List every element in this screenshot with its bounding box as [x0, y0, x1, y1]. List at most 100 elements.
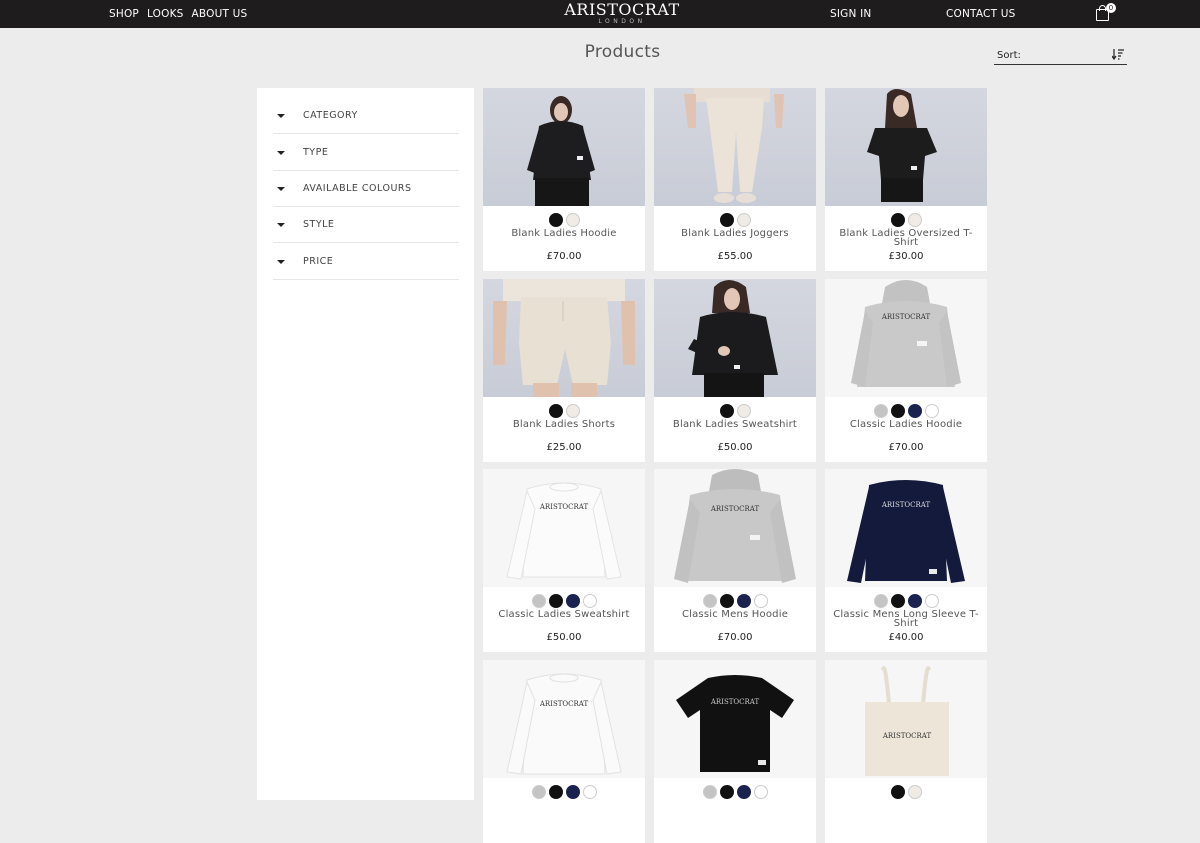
product-card[interactable]: ARISTOCRAT — [483, 660, 645, 843]
product-card[interactable]: ARISTOCRAT — [654, 660, 816, 843]
swatch-navy[interactable] — [907, 404, 922, 418]
swatch-navy[interactable] — [565, 594, 580, 608]
filter-label: TYPE — [303, 147, 329, 158]
swatch-black[interactable] — [890, 404, 905, 418]
nav-shop-link[interactable]: SHOP — [109, 8, 139, 20]
product-card[interactable]: ARISTOCRAT Classic Mens Hoodie £70.00 — [654, 469, 816, 652]
product-price: £40.00 — [888, 632, 924, 643]
swatch-white[interactable] — [924, 404, 939, 418]
swatch-cream[interactable] — [736, 213, 751, 227]
swatch-cream[interactable] — [907, 785, 922, 799]
filter-price[interactable]: PRICE — [273, 244, 459, 280]
product-name[interactable]: Blank Ladies Oversized T-Shirt — [833, 229, 979, 248]
product-image[interactable]: ARISTOCRAT — [825, 279, 987, 397]
swatch-grey[interactable] — [702, 785, 717, 799]
colour-swatches — [654, 213, 816, 227]
product-name[interactable]: Classic Mens Long Sleeve T-Shirt — [833, 610, 979, 629]
swatch-navy[interactable] — [736, 785, 751, 799]
product-image[interactable]: ARISTOCRAT — [825, 660, 987, 778]
swatch-black[interactable] — [719, 213, 734, 227]
swatch-white[interactable] — [582, 594, 597, 608]
product-card[interactable]: ARISTOCRAT Classic Mens Long Sleeve T-Sh… — [825, 469, 987, 652]
product-image[interactable] — [654, 88, 816, 206]
colour-swatches — [483, 785, 645, 799]
product-image[interactable] — [825, 88, 987, 206]
shopping-bag-button[interactable]: 0 — [1094, 3, 1118, 25]
product-name[interactable]: Classic Ladies Hoodie — [833, 420, 979, 430]
swatch-grey[interactable] — [873, 594, 888, 608]
product-image[interactable] — [483, 279, 645, 397]
product-card[interactable]: Blank Ladies Oversized T-Shirt £30.00 — [825, 88, 987, 271]
sort-dropdown[interactable]: Sort: — [994, 46, 1127, 65]
garment-print-text: ARISTOCRAT — [710, 698, 760, 706]
product-card[interactable]: ARISTOCRAT Classic Ladies Sweatshirt £50… — [483, 469, 645, 652]
swatch-navy[interactable] — [907, 594, 922, 608]
swatch-cream[interactable] — [565, 213, 580, 227]
caret-down-icon — [277, 113, 285, 118]
colour-swatches — [825, 213, 987, 227]
product-name[interactable]: Blank Ladies Sweatshirt — [662, 420, 808, 430]
swatch-white[interactable] — [753, 594, 768, 608]
filter-style[interactable]: STYLE — [273, 207, 459, 243]
swatch-grey[interactable] — [531, 785, 546, 799]
swatch-black[interactable] — [890, 785, 905, 799]
filter-category[interactable]: CATEGORY — [273, 98, 459, 134]
garment-print-text: ARISTOCRAT — [539, 503, 589, 511]
swatch-black[interactable] — [548, 213, 563, 227]
swatch-white[interactable] — [582, 785, 597, 799]
sort-label: Sort: — [997, 49, 1021, 61]
product-image[interactable]: ARISTOCRAT — [483, 469, 645, 587]
garment-print-text: ARISTOCRAT — [882, 732, 932, 740]
product-card[interactable]: Blank Ladies Hoodie £70.00 — [483, 88, 645, 271]
swatch-black[interactable] — [548, 404, 563, 418]
swatch-navy[interactable] — [736, 594, 751, 608]
swatch-cream[interactable] — [907, 213, 922, 227]
filter-label: STYLE — [303, 219, 335, 230]
product-name[interactable]: Classic Mens Hoodie — [662, 610, 808, 620]
nav-about-link[interactable]: ABOUT US — [192, 8, 248, 20]
product-name[interactable]: Blank Ladies Hoodie — [491, 229, 637, 239]
swatch-black[interactable] — [890, 594, 905, 608]
swatch-black[interactable] — [719, 594, 734, 608]
contact-us-link[interactable]: CONTACT US — [946, 8, 1015, 20]
swatch-black[interactable] — [548, 785, 563, 799]
top-navigation-bar: SHOP LOOKS ABOUT US ARISTOCRAT LONDON SI… — [0, 0, 1200, 28]
swatch-cream[interactable] — [736, 404, 751, 418]
swatch-grey[interactable] — [702, 594, 717, 608]
product-card[interactable]: ARISTOCRAT — [825, 660, 987, 843]
garment-print-text: ARISTOCRAT — [881, 501, 931, 509]
product-image[interactable]: ARISTOCRAT — [483, 660, 645, 778]
swatch-black[interactable] — [890, 213, 905, 227]
swatch-grey[interactable] — [531, 594, 546, 608]
product-image[interactable]: ARISTOCRAT — [654, 469, 816, 587]
swatch-black[interactable] — [548, 594, 563, 608]
swatch-white[interactable] — [924, 594, 939, 608]
swatch-black[interactable] — [719, 404, 734, 418]
product-image[interactable] — [483, 88, 645, 206]
product-card[interactable]: Blank Ladies Shorts £25.00 — [483, 279, 645, 462]
product-name[interactable]: Blank Ladies Joggers — [662, 229, 808, 239]
product-image[interactable]: ARISTOCRAT — [825, 469, 987, 587]
filter-available-colours[interactable]: AVAILABLE COLOURS — [273, 171, 459, 207]
product-name[interactable]: Classic Ladies Sweatshirt — [491, 610, 637, 620]
product-card[interactable]: ARISTOCRAT Classic Ladies Hoodie £70.00 — [825, 279, 987, 462]
brand-logo[interactable]: ARISTOCRAT LONDON — [563, 1, 681, 25]
filter-type[interactable]: TYPE — [273, 135, 459, 171]
nav-looks-link[interactable]: LOOKS — [147, 8, 184, 20]
colour-swatches — [654, 785, 816, 799]
sign-in-link[interactable]: SIGN IN — [830, 8, 871, 20]
product-card[interactable]: Blank Ladies Sweatshirt £50.00 — [654, 279, 816, 462]
product-price: £30.00 — [888, 251, 924, 262]
product-image[interactable] — [654, 279, 816, 397]
product-name[interactable]: Blank Ladies Shorts — [491, 420, 637, 430]
swatch-grey[interactable] — [873, 404, 888, 418]
swatch-black[interactable] — [719, 785, 734, 799]
colour-swatches — [654, 594, 816, 608]
product-card[interactable]: Blank Ladies Joggers £55.00 — [654, 88, 816, 271]
product-image[interactable]: ARISTOCRAT — [654, 660, 816, 778]
product-price: £25.00 — [546, 442, 582, 453]
filter-label: PRICE — [303, 256, 334, 267]
swatch-cream[interactable] — [565, 404, 580, 418]
swatch-white[interactable] — [753, 785, 768, 799]
swatch-navy[interactable] — [565, 785, 580, 799]
